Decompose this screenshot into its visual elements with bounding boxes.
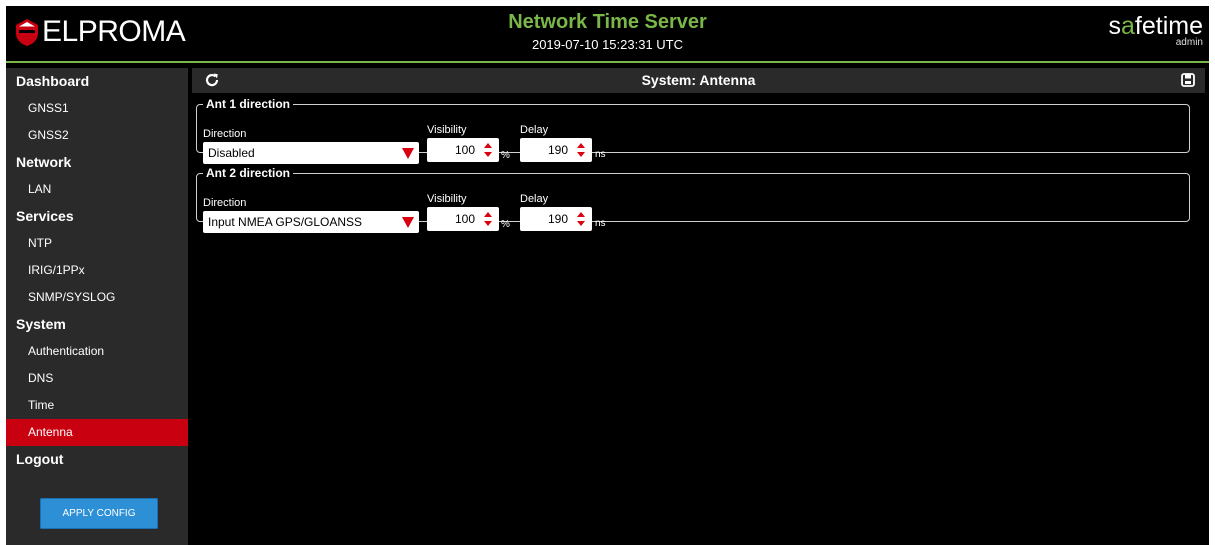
ant1-visibility-label: Visibility	[427, 124, 467, 136]
ant2-delay-value: 190	[547, 212, 568, 226]
ant2-direction-label: Direction	[203, 197, 247, 209]
chevron-down-icon	[402, 148, 414, 159]
brand-highlight: a	[1121, 12, 1135, 40]
ant1-delay-input[interactable]: 190	[520, 138, 592, 162]
ant1-direction-group: Ant 1 direction Direction Disabled Visib…	[196, 97, 1190, 164]
brand-suffix: fetime	[1134, 12, 1203, 40]
stepper-icon[interactable]	[483, 210, 493, 228]
sidebar-item-dns[interactable]: DNS	[6, 365, 188, 392]
ant1-visibility-input[interactable]: 100	[427, 138, 499, 162]
safetime-brand: safetime admin	[1109, 12, 1204, 48]
stepper-icon[interactable]	[576, 210, 586, 228]
sidebar-item-network[interactable]: Network	[6, 149, 188, 176]
chevron-down-icon	[402, 217, 414, 228]
main-panel: System: Antenna Ant 1 direction Directio…	[192, 68, 1209, 545]
ant2-direction-group: Ant 2 direction Direction Input NMEA GPS…	[196, 166, 1190, 233]
sidebar-item-lan[interactable]: LAN	[6, 176, 188, 203]
header-divider	[6, 61, 1209, 63]
sidebar-item-dashboard[interactable]: Dashboard	[6, 68, 188, 95]
ant2-direction-select[interactable]: Input NMEA GPS/GLOANSS	[203, 211, 419, 233]
sidebar: Dashboard GNSS1 GNSS2 Network LAN Servic…	[6, 68, 188, 545]
ant1-visibility-unit: %	[501, 150, 510, 161]
stepper-icon[interactable]	[576, 141, 586, 159]
current-datetime: 2019-07-10 15:23:31 UTC	[531, 37, 684, 52]
refresh-icon[interactable]	[204, 72, 220, 88]
sidebar-item-system[interactable]: System	[6, 311, 188, 338]
sidebar-item-ntp[interactable]: NTP	[6, 230, 188, 257]
sidebar-item-gnss2[interactable]: GNSS2	[6, 122, 188, 149]
ant1-direction-select[interactable]: Disabled	[203, 142, 419, 164]
page-title: System: Antenna	[641, 72, 756, 88]
ant2-visibility-label: Visibility	[427, 193, 467, 205]
app-window: ELPROMA Network Time Server 2019-07-10 1…	[6, 6, 1209, 545]
ant2-visibility-input[interactable]: 100	[427, 207, 499, 231]
ant1-delay-unit: ns	[595, 149, 606, 160]
apply-config-button[interactable]: APPLY CONFIG	[40, 498, 158, 529]
sidebar-item-irig[interactable]: IRIG/1PPx	[6, 257, 188, 284]
ant2-delay-input[interactable]: 190	[520, 207, 592, 231]
ant2-visibility-unit: %	[501, 219, 510, 230]
ant2-delay-unit: ns	[595, 218, 606, 229]
save-icon[interactable]	[1181, 73, 1195, 87]
sidebar-item-logout[interactable]: Logout	[6, 446, 188, 473]
sidebar-item-snmp-syslog[interactable]: SNMP/SYSLOG	[6, 284, 188, 311]
sidebar-item-authentication[interactable]: Authentication	[6, 338, 188, 365]
sidebar-item-antenna[interactable]: Antenna	[6, 419, 188, 446]
header: ELPROMA Network Time Server 2019-07-10 1…	[6, 6, 1209, 64]
ant1-direction-value: Disabled	[208, 146, 255, 160]
stepper-icon[interactable]	[483, 141, 493, 159]
ant1-visibility-value: 100	[454, 143, 475, 157]
app-title: Network Time Server	[508, 11, 707, 33]
sidebar-item-services[interactable]: Services	[6, 203, 188, 230]
ant2-visibility-value: 100	[454, 212, 475, 226]
sidebar-item-gnss1[interactable]: GNSS1	[6, 95, 188, 122]
toolbar: System: Antenna	[192, 68, 1205, 93]
ant2-delay-label: Delay	[520, 193, 549, 205]
brand-prefix: s	[1108, 12, 1122, 40]
ant1-delay-value: 190	[547, 143, 568, 157]
ant2-legend: Ant 2 direction	[206, 166, 291, 180]
ant1-legend: Ant 1 direction	[206, 97, 291, 111]
sidebar-item-time[interactable]: Time	[6, 392, 188, 419]
ant2-direction-value: Input NMEA GPS/GLOANSS	[208, 215, 363, 229]
ant1-direction-label: Direction	[203, 128, 247, 140]
ant1-delay-label: Delay	[520, 124, 549, 136]
